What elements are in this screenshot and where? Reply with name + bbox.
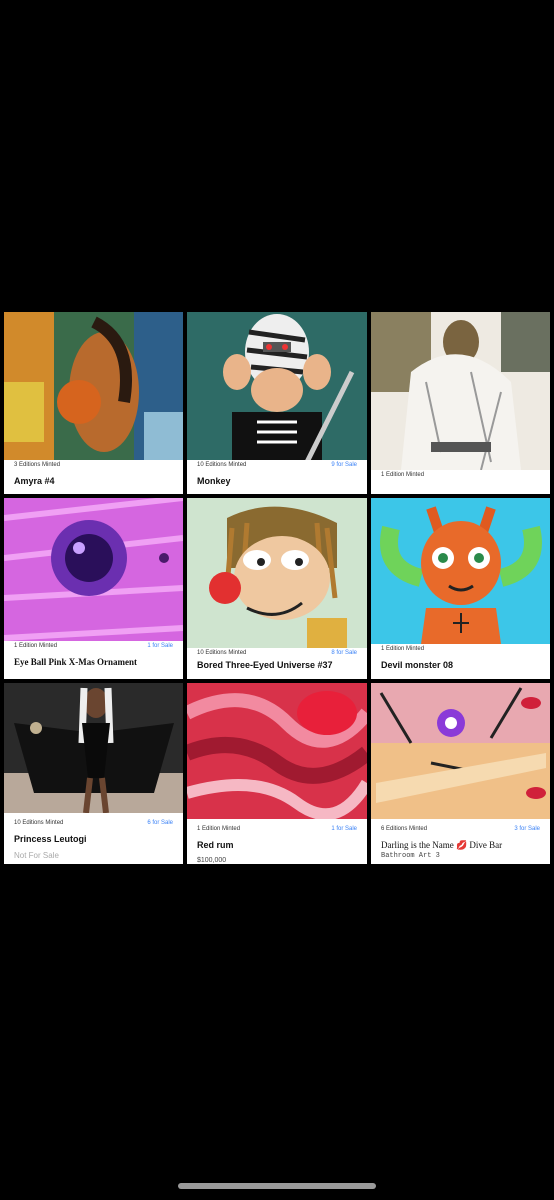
nft-subtitle: Bathroom Art 3	[381, 852, 440, 860]
nft-card[interactable]: 1 Edition Minted 1 for Sale Red rum $100,…	[187, 683, 367, 864]
sale-label: 6 for Sale	[147, 820, 173, 826]
nft-card[interactable]: 1 Edition Minted	[371, 312, 550, 494]
editions-label: 1 Edition Minted	[197, 826, 241, 832]
nft-card[interactable]: 10 Editions Minted 8 for Sale Bored Three…	[187, 498, 367, 679]
nft-title: Red rum	[197, 840, 234, 850]
orange-devil-monster-image	[371, 498, 550, 644]
sale-label: 1 for Sale	[331, 826, 357, 832]
editions-label: 1 Edition Minted	[381, 472, 425, 478]
editions-label: 1 Edition Minted	[14, 643, 58, 649]
nft-grid: 3 Editions Minted Amyra #4 10 Editions M…	[0, 308, 554, 864]
painting-woman-basketball-image	[4, 312, 183, 460]
price-label: $100,000	[197, 857, 227, 864]
nft-card[interactable]: 10 Editions Minted 6 for Sale Princess Le…	[4, 683, 183, 864]
editions-label: 10 Editions Minted	[197, 462, 247, 468]
nft-title: Monkey	[197, 476, 231, 486]
sale-label: 8 for Sale	[331, 650, 357, 656]
sale-status: Not For Sale	[14, 851, 59, 860]
editions-label: 1 Edition Minted	[381, 646, 425, 652]
editions-label: 10 Editions Minted	[197, 650, 247, 656]
home-indicator[interactable]	[178, 1183, 376, 1189]
woman-in-black-costume-image	[4, 683, 183, 813]
sale-label: 9 for Sale	[331, 462, 357, 468]
nft-card[interactable]: 1 Edition Minted Devil monster 08	[371, 498, 550, 679]
red-swirl-abstract-image	[187, 683, 367, 819]
nft-title: Eye Ball Pink X-Mas Ornament	[14, 657, 137, 667]
nft-title: Princess Leutogi	[14, 834, 87, 844]
nft-card[interactable]: 6 Editions Minted 3 for Sale Darling is t…	[371, 683, 550, 864]
nft-title: Darling is the Name 💋 Dive Bar	[381, 840, 503, 850]
editions-label: 3 Editions Minted	[14, 462, 61, 468]
zebra-monkey-skeleton-image	[187, 312, 367, 460]
darling-graffiti-art-image	[371, 683, 550, 819]
nft-title: Amyra #4	[14, 476, 55, 486]
editions-label: 10 Editions Minted	[14, 820, 64, 826]
sale-label: 3 for Sale	[514, 826, 540, 832]
nft-title: Bored Three-Eyed Universe #37	[197, 660, 333, 670]
editions-label: 6 Editions Minted	[381, 826, 428, 832]
nft-title: Devil monster 08	[381, 660, 454, 670]
nft-card[interactable]: 10 Editions Minted 9 for Sale Monkey	[187, 312, 367, 494]
mona-lisa-white-paint-image	[371, 312, 550, 470]
pink-eyeball-ornament-image	[4, 498, 183, 641]
nft-card[interactable]: 3 Editions Minted Amyra #4	[4, 312, 183, 494]
sale-label: 1 for Sale	[147, 643, 173, 649]
cartoon-three-eyed-character-image	[187, 498, 367, 648]
nft-card[interactable]: 1 Edition Minted 1 for Sale Eye Ball Pink…	[4, 498, 183, 679]
